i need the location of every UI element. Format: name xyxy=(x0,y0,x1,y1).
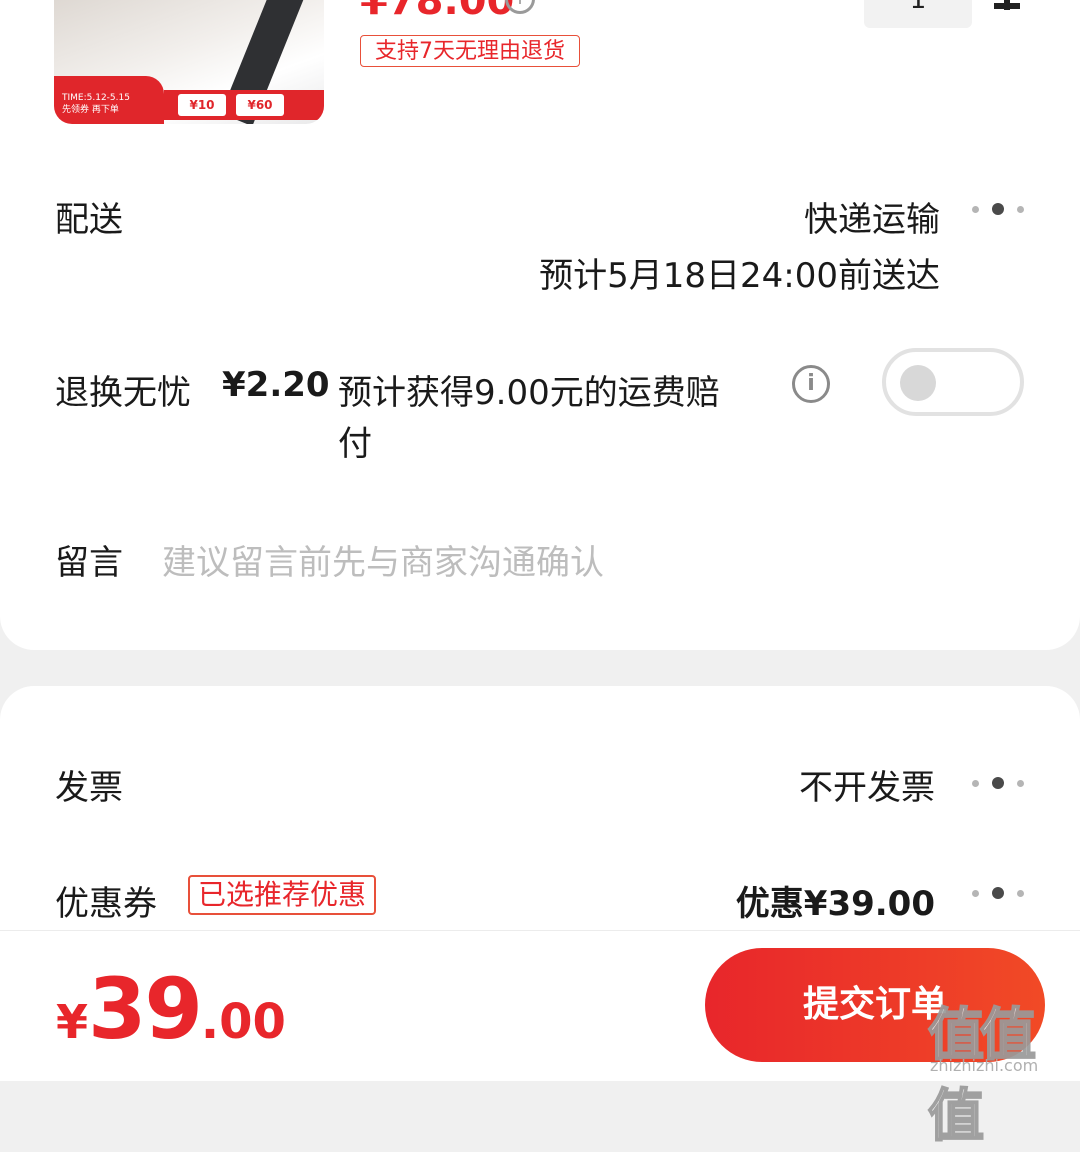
return-insurance-info-icon[interactable]: i xyxy=(792,365,830,403)
invoice-more-icon[interactable] xyxy=(972,776,1024,790)
total-decimal: .00 xyxy=(200,994,286,1050)
coupon-recommend-badge: 已选推荐优惠 xyxy=(188,875,377,915)
total-currency: ¥ xyxy=(56,995,89,1049)
promo-text: TIME:5.12-5.15 先领券 再下单 xyxy=(62,93,130,115)
delivery-method[interactable]: 快递运输 xyxy=(804,192,940,241)
product-price: ¥78.00 xyxy=(360,0,515,24)
delivery-more-icon[interactable] xyxy=(972,202,1024,216)
return-insurance-toggle[interactable] xyxy=(882,348,1024,416)
delivery-label: 配送 xyxy=(55,200,123,240)
promo-coupon-60: ¥60 xyxy=(236,94,284,116)
order-total: ¥39.00 xyxy=(56,960,286,1058)
return-policy-badge: 支持7天无理由退货 xyxy=(360,35,580,67)
toggle-knob xyxy=(900,365,936,401)
return-insurance-price: ¥2.20 xyxy=(222,365,330,405)
message-label: 留言 xyxy=(55,543,123,583)
return-insurance-desc-line2: 付 xyxy=(338,424,372,464)
coupon-value[interactable]: 优惠¥39.00 xyxy=(736,876,935,925)
watermark-site: zhizhizhi.com xyxy=(930,1056,1039,1075)
delivery-eta: 预计5月18日24:00前送达 xyxy=(539,256,940,296)
promo-banner: TIME:5.12-5.15 先领券 再下单 xyxy=(54,76,164,124)
return-insurance-label: 退换无忧 xyxy=(55,373,191,413)
total-integer: 39 xyxy=(88,960,203,1058)
promo-coupon-10: ¥10 xyxy=(178,94,226,116)
order-details-card: TIME:5.12-5.15 先领券 再下单 ¥10 ¥60 ¥78.00 i … xyxy=(0,0,1080,650)
promo-coupons: ¥10 ¥60 xyxy=(164,90,324,120)
watermark-logo: 值值值 zhizhizhi.com xyxy=(927,990,1080,1152)
quantity-increase-button[interactable] xyxy=(994,0,1020,20)
coupon-label: 优惠券 xyxy=(55,884,157,924)
quantity-input[interactable]: 1 xyxy=(864,0,972,28)
product-thumbnail[interactable]: TIME:5.12-5.15 先领券 再下单 ¥10 ¥60 xyxy=(54,0,324,124)
invoice-value[interactable]: 不开发票 xyxy=(799,760,935,809)
invoice-label: 发票 xyxy=(55,768,123,808)
message-input[interactable]: 建议留言前先与商家沟通确认 xyxy=(162,535,604,584)
return-insurance-desc-line1: 预计获得9.00元的运费赔 xyxy=(338,373,720,413)
coupon-more-icon[interactable] xyxy=(972,886,1024,900)
